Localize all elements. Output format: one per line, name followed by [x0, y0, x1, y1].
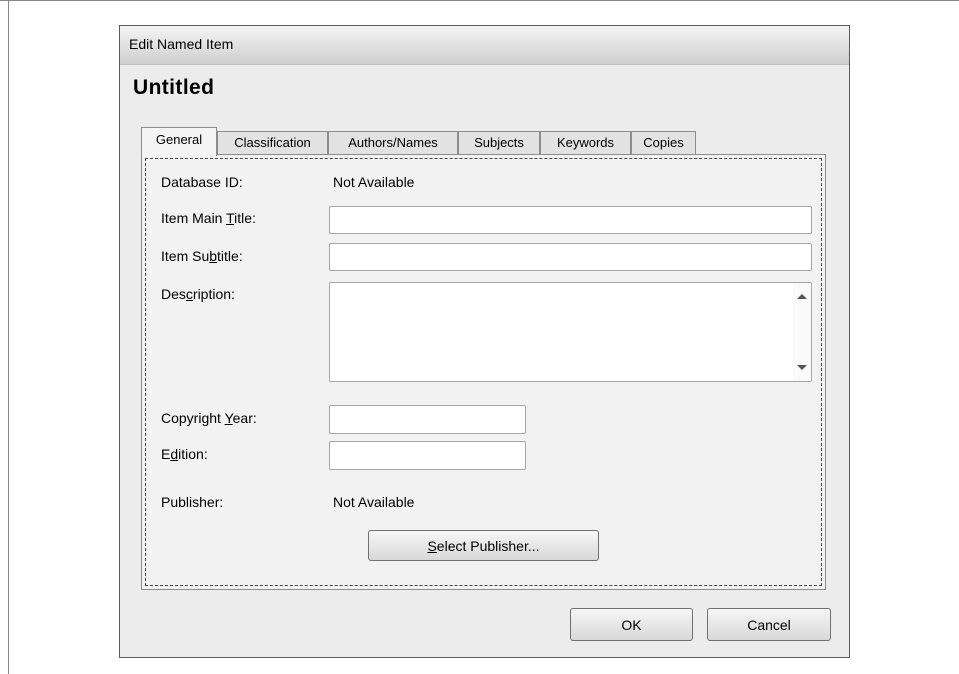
description-access-key: c	[185, 286, 193, 302]
copyright-year-access-key: Y	[224, 410, 233, 426]
subtitle-label: Item Subtitle:	[161, 248, 243, 264]
main-title-access-key: T	[226, 210, 235, 226]
scroll-down-arrow-icon[interactable]	[797, 365, 807, 370]
scroll-up-arrow-icon[interactable]	[797, 294, 807, 299]
database-id-value: Not Available	[333, 174, 415, 190]
description-label: Description:	[161, 286, 235, 302]
general-tab-panel: Database ID: Not Available Item Main Tit…	[141, 154, 826, 590]
tab-classification[interactable]: Classification	[217, 131, 328, 155]
window-title: Edit Named Item	[129, 36, 234, 52]
title-bar[interactable]: Edit Named Item	[120, 26, 849, 65]
ok-button[interactable]: OK	[570, 608, 693, 641]
page-frame-top-line	[0, 0, 959, 1]
edition-input[interactable]	[329, 441, 526, 470]
select-publisher-access-key: S	[427, 537, 437, 554]
copyright-year-label: Copyright Year:	[161, 410, 257, 426]
page-frame-left-line	[8, 0, 9, 674]
main-title-label: Item Main Title:	[161, 210, 256, 226]
item-heading: Untitled	[133, 76, 215, 99]
edition-label: Edition:	[161, 446, 208, 462]
copyright-year-input[interactable]	[329, 405, 526, 434]
tab-subjects[interactable]: Subjects	[458, 131, 540, 155]
tab-copies[interactable]: Copies	[631, 131, 696, 155]
description-scrollbar[interactable]	[793, 283, 811, 381]
tab-general[interactable]: General	[141, 127, 217, 156]
subtitle-access-key: b	[209, 248, 218, 264]
edit-named-item-dialog: Edit Named Item Untitled General Classif…	[119, 25, 850, 658]
cancel-button[interactable]: Cancel	[707, 608, 831, 641]
main-title-input[interactable]	[329, 206, 812, 234]
tab-authors-names[interactable]: Authors/Names	[328, 131, 458, 155]
select-publisher-button[interactable]: Select Publisher...	[368, 530, 599, 561]
description-textarea[interactable]	[330, 283, 790, 381]
publisher-value: Not Available	[333, 494, 415, 510]
subtitle-input[interactable]	[329, 243, 812, 271]
publisher-label: Publisher:	[161, 494, 224, 510]
edition-access-key: d	[170, 446, 179, 462]
database-id-label: Database ID:	[161, 174, 243, 190]
tab-keywords[interactable]: Keywords	[540, 131, 631, 155]
description-field	[329, 282, 812, 382]
